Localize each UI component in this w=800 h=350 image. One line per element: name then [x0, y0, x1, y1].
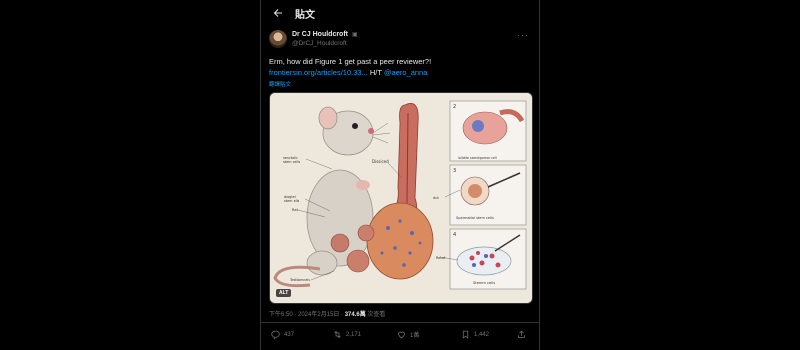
repost-icon [334, 330, 341, 339]
divider [261, 322, 539, 323]
label-spermatial: Spermatial stem cells [456, 216, 494, 220]
mention-link[interactable]: @aero_anna [384, 68, 427, 77]
like-count: 1萬 [410, 333, 420, 339]
views-label: 次查看 [365, 312, 386, 318]
tweet-image[interactable]: 2 3 4 Dissiced iollotte sserotgomar cell… [269, 92, 533, 304]
label-iollotte: iollotte sserotgomar cell [458, 156, 497, 160]
label-line: stem ells [284, 199, 300, 203]
label-panel-4: 4 [453, 232, 456, 238]
page-title: 貼文 [295, 10, 315, 21]
bookmark-icon [462, 330, 469, 339]
label-retat: Retat [436, 256, 446, 260]
badge-icon: ▣ [352, 32, 358, 38]
label-line: stem cells [283, 160, 300, 164]
label-rat: Rat [292, 208, 299, 212]
tweet-links-line: frontiersin.org/articles/10.33... H/T @a… [269, 67, 531, 78]
figure-illustration: 2 3 4 Dissiced iollotte sserotgomar cell… [270, 93, 532, 303]
repost-button[interactable]: 2,171 [333, 330, 361, 339]
tweet-body: Erm, how did Figure 1 get past a peer re… [269, 57, 432, 66]
article-link[interactable]: frontiersin.org/articles/10.33... [269, 68, 368, 77]
label-serotonin-stem: senctolic stem cells [283, 156, 300, 164]
label-testtomcels: Testtomcels [289, 278, 310, 282]
view-count: 374.6萬 [344, 312, 366, 318]
author-name[interactable]: Dr CJ Houldcroft [292, 31, 348, 38]
tweet-author: Dr CJ Houldcroft ▣ @DrCJ_Houldcroft ··· [269, 30, 531, 52]
tweet-text: Erm, how did Figure 1 get past a peer re… [269, 56, 531, 78]
label-dissiced: Dissiced [372, 159, 389, 164]
tweet-detail-column: 貼文 Dr CJ Houldcroft ▣ @DrCJ_Houldcroft ·… [260, 0, 540, 350]
share-icon [518, 330, 525, 338]
translate-button[interactable]: 翻譯貼文 [269, 80, 291, 88]
share-button[interactable] [517, 330, 526, 339]
label-panel-2: 2 [453, 104, 456, 110]
tweet-meta: 下午6:50 · 2024年2月15日 · 374.6萬 次查看 [269, 309, 385, 318]
heart-icon [398, 331, 405, 339]
ht-text: H/T [367, 68, 384, 77]
more-options-button[interactable]: ··· [517, 30, 529, 40]
label-panel-3: 3 [453, 168, 456, 174]
author-handle[interactable]: @DrCJ_Houldcroft [292, 40, 347, 47]
label-dck: dck [433, 196, 439, 200]
top-bar: 貼文 [261, 0, 539, 26]
action-bar: 437 2,171 1萬 1,442 [269, 330, 531, 344]
repost-count: 2,171 [346, 331, 362, 338]
reply-icon [271, 330, 280, 339]
arrow-left-icon [273, 9, 282, 17]
reply-count: 437 [284, 331, 295, 338]
label-stemm: Stemm cells [473, 281, 495, 285]
bookmark-button[interactable]: 1,442 [461, 330, 489, 339]
alt-badge[interactable]: ALT [276, 289, 292, 297]
like-button[interactable]: 1萬 [397, 330, 419, 339]
reply-button[interactable]: 437 [271, 330, 294, 339]
tweet-timestamp[interactable]: 下午6:50 · 2024年2月15日 · [269, 312, 345, 318]
bookmark-count: 1,442 [474, 331, 490, 338]
avatar[interactable] [269, 30, 287, 48]
back-button[interactable] [269, 4, 287, 22]
